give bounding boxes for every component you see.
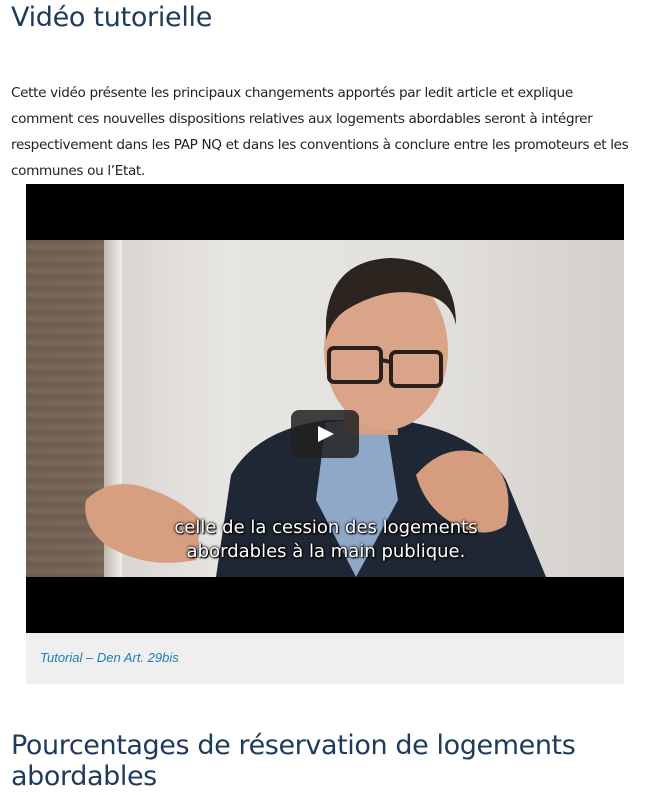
video-player[interactable]: celle de la cession des logements aborda… [26,184,624,633]
video-frame: celle de la cession des logements aborda… [26,240,624,577]
subtitle-line-1: celle de la cession des logements [174,517,478,538]
page: Vidéo tutorielle Cette vidéo présente le… [0,0,652,795]
video-subtitle: celle de la cession des logements aborda… [126,516,526,564]
play-icon [318,426,334,442]
subtitle-line-2: abordables à la main publique. [186,541,466,562]
intro-paragraph: Cette vidéo présente les principaux chan… [11,84,629,179]
section-title: Vidéo tutorielle [11,2,213,33]
play-button[interactable] [291,410,359,458]
video-caption: Tutorial – Den Art. 29bis [40,650,179,665]
section-title-reservation: Pourcentages de réservation de logements… [11,730,576,792]
video-figure: celle de la cession des logements aborda… [26,184,624,684]
